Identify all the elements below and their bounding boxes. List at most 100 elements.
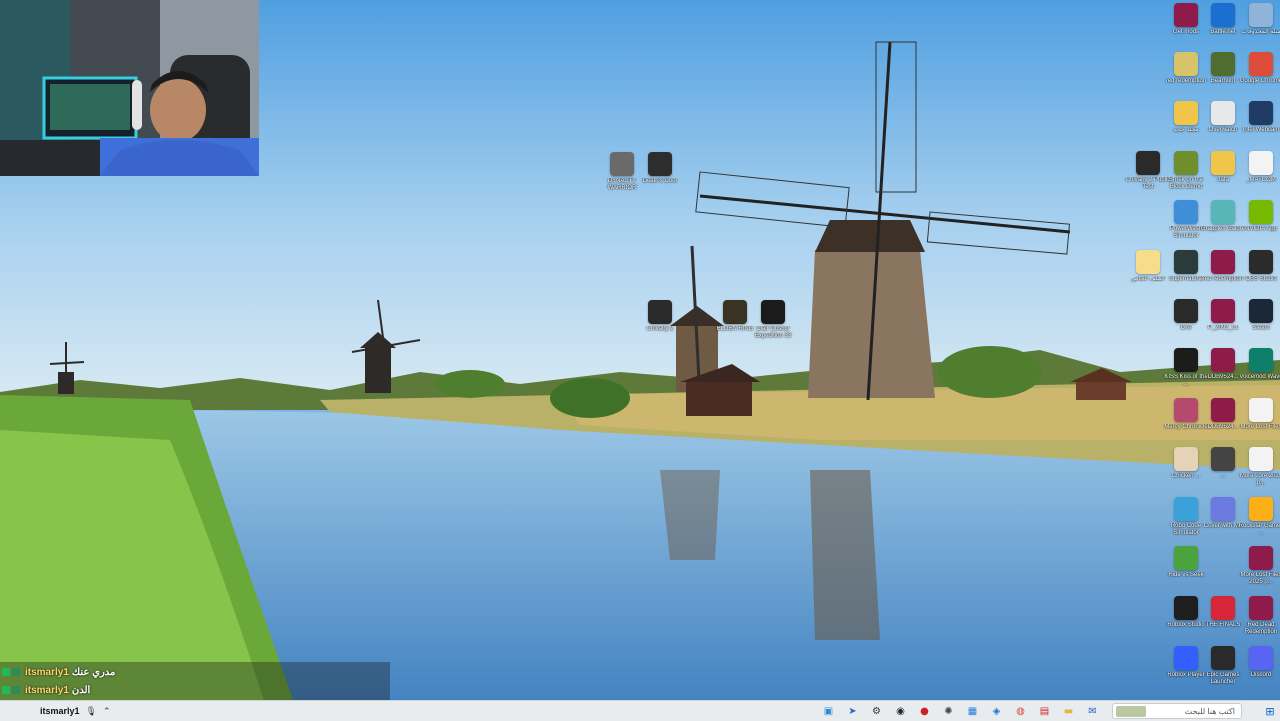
discord-icon (1249, 646, 1273, 670)
powerwash-icon (1174, 200, 1198, 224)
desktop-icon-google-chrome[interactable]: Google Chrome (1239, 52, 1280, 102)
roblox-icon (1174, 646, 1198, 670)
desktop-icon-rockstar[interactable]: Rockstar Games ... (1239, 497, 1280, 547)
desktop-icon-chivalry-2[interactable]: Chivalry 2 (638, 300, 682, 350)
desktop-icon-label: Death's Door (642, 178, 678, 184)
anime-icon (1174, 398, 1198, 422)
taskbar-obs-icon[interactable]: ● (916, 703, 933, 719)
taskbar-edge-icon[interactable]: ▣ (820, 703, 837, 719)
desktop-icon-label: NVIDIA App (1245, 226, 1277, 232)
desktop-icon-intel-webcam[interactable]: Intel Webcam (1239, 101, 1280, 151)
winrar-icon (1174, 3, 1198, 27)
desktop-icon-discord[interactable]: Discord (1239, 646, 1280, 696)
nvidia-icon (1249, 200, 1273, 224)
start-button[interactable]: ⊞ (1262, 703, 1278, 719)
taskbar-mail-icon[interactable]: ✉ (1084, 703, 1101, 719)
obs-icon (1249, 250, 1273, 274)
desktop-icon-matcom[interactable]: _MATCOM (1239, 151, 1280, 201)
taskbar-photos-icon[interactable]: ▦ (964, 703, 981, 719)
desktop-icon-label: Steam (1252, 325, 1270, 331)
battlenet-icon (1211, 3, 1235, 27)
roblox-studio-icon (1174, 596, 1198, 620)
desktop-icon-more-lost-files-2[interactable]: More Lost Files 2025 p... (1239, 546, 1280, 596)
unity-icon (1211, 447, 1235, 471)
desktop-icon-label: Voicemod Wave (1239, 374, 1280, 380)
stream-chat-overlay: itsmarly1 مدري عنك itsmarly1 الدن (0, 662, 390, 700)
taskbar-settings-icon[interactable]: ⚙ (868, 703, 885, 719)
desktop-icon-obs-studio[interactable]: OBS Studio (1239, 250, 1280, 300)
taskbar-network-icon[interactable]: ✺ (940, 703, 957, 719)
desktop-icon-steam[interactable]: Steam (1239, 299, 1280, 349)
finals-icon (1211, 596, 1235, 620)
desktop-icon-recycle-bin[interactable]: سلة المحذوفات (1239, 3, 1280, 53)
taskbar-edge-blue-icon[interactable]: ◈ (988, 703, 1005, 719)
search-placeholder: اكتب هنا للبحث (1184, 706, 1235, 716)
file-icon (1174, 52, 1198, 76)
chat-username: itsmarly1 (25, 666, 69, 678)
taskbar-store-icon[interactable]: ➤ (844, 703, 861, 719)
folder-icon (1211, 151, 1235, 175)
dire-icon (1174, 299, 1198, 323)
rockstar-icon (1249, 497, 1273, 521)
helmet-icon (648, 300, 672, 324)
chat-message: الدن (71, 684, 91, 696)
desktop-icon-hide-seek[interactable]: Hide vs Seek (1164, 546, 1208, 596)
desktop-icon-label: OBS Studio (1245, 276, 1277, 282)
folder-icon (1174, 101, 1198, 125)
chevron-up-icon[interactable]: ⌃ (103, 706, 111, 717)
desktop-icon-clair-obscur[interactable]: Clair Obscur Expedition 33 (751, 300, 795, 350)
soundwave-icon (1249, 348, 1273, 372)
winrar-icon (1249, 596, 1273, 620)
desktop-icon-label: Red Dead Redemption (1244, 622, 1278, 635)
epic-icon (1211, 646, 1235, 670)
taskbar-chrome-icon[interactable]: ◍ (1012, 703, 1029, 719)
supernatural-icon (1174, 250, 1198, 274)
search-highlight-icon (1116, 706, 1146, 717)
grapple-icon (1211, 200, 1235, 224)
desktop-icon-label: More Lost Files (1240, 424, 1280, 430)
desktop-icon-label: Clair Obscur Expedition 33 (754, 326, 792, 339)
winrar-icon (1211, 299, 1235, 323)
kick-badge-icon (2, 686, 10, 694)
taskbar-username: itsmarly1 (40, 706, 80, 716)
chat-message: مدري عنك (71, 666, 116, 678)
desktop-icon-nvidia-app[interactable]: NVIDIA App (1239, 200, 1280, 250)
winrar-icon (1211, 348, 1235, 372)
taskbar-search-box[interactable]: اكتب هنا للبحث (1112, 703, 1242, 719)
desktop-icon-label: Google Chrome (1239, 78, 1280, 84)
kiss-icon (1174, 348, 1198, 372)
taskbar-file-explorer-icon[interactable]: ▬ (1060, 703, 1077, 719)
desktop-icon-more-lore[interactable]: More Lore 2025 p... (1239, 447, 1280, 497)
desktop-icon-label: Rockstar Games ... (1238, 523, 1280, 536)
desktop-icon-deaths-door[interactable]: Death's Door (638, 152, 682, 202)
desktop-icon-label: More Lore 2025 p... (1239, 473, 1280, 486)
door-icon (648, 152, 672, 176)
winrar-icon (1211, 250, 1235, 274)
microphone-icon[interactable]: 🎙 (86, 706, 97, 717)
desktop-icon-label: Chivalry 2 (646, 326, 674, 332)
taskbar-calendar-icon[interactable]: ▤ (1036, 703, 1053, 719)
cover-icon (1211, 497, 1235, 521)
clair-icon (761, 300, 785, 324)
chicken-icon (1174, 447, 1198, 471)
desktop-icon-label: Intel Webcam (1242, 127, 1280, 133)
desktop-icon-soundwave[interactable]: Voicemod Wave (1239, 348, 1280, 398)
desktop-icon-more-files[interactable]: More Lost Files (1239, 398, 1280, 448)
kick-badge-icon (2, 668, 10, 676)
winrar-icon (1211, 398, 1235, 422)
robot-icon (1174, 497, 1198, 521)
taskbar-steam-icon[interactable]: ◉ (892, 703, 909, 719)
document-icon (1249, 398, 1273, 422)
helmet-icon (1136, 151, 1160, 175)
hideseek-icon (1174, 546, 1198, 570)
taskbar-left-tray: itsmarly1 🎙 ⌃ (40, 703, 111, 719)
desktop-icon-label: _MATCOM (1246, 177, 1276, 183)
subscriber-badge-icon (12, 686, 20, 694)
desktop-icon-label: سلة المحذوفات (1241, 29, 1280, 35)
shrek-icon (1174, 151, 1198, 175)
desktop-icon-label: Hide vs Seek (1168, 572, 1204, 578)
taskbar: itsmarly1 🎙 ⌃ ▣➤⚙◉●✺▦◈◍▤▬✉▥ اكتب هنا للب… (0, 700, 1280, 721)
desktop-icon-red-dead-redemption[interactable]: Red Dead Redemption (1239, 596, 1280, 646)
webcam-icon (1249, 101, 1273, 125)
subscriber-badge-icon (12, 668, 20, 676)
